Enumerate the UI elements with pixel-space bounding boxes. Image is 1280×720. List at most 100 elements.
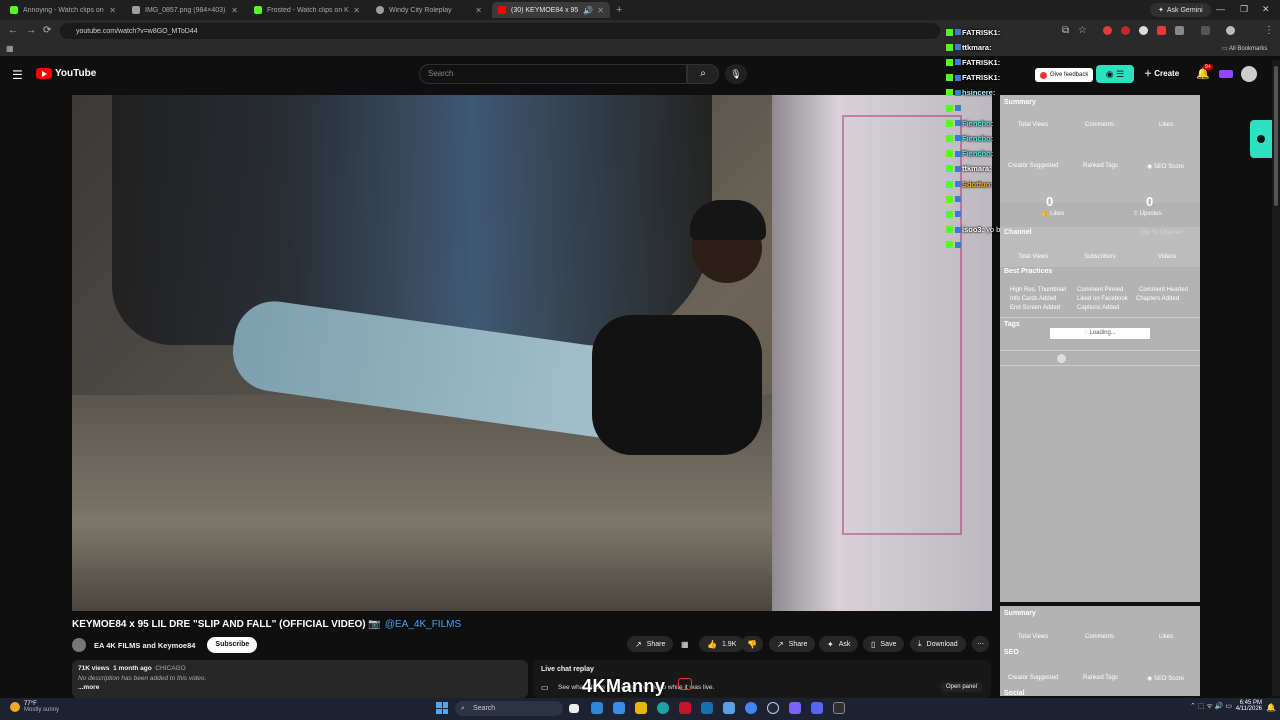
ask-button[interactable]: ✦ Ask (819, 636, 859, 652)
show-more-link[interactable]: ...more (78, 684, 522, 691)
download-button[interactable]: ⤓ Download (910, 636, 966, 652)
close-tab-icon[interactable]: ✕ (597, 6, 604, 15)
task-view-icon[interactable] (569, 704, 579, 713)
channel-avatar[interactable] (72, 638, 86, 652)
app-icon[interactable] (833, 702, 845, 714)
clip-button[interactable]: ▦ (677, 636, 693, 652)
extension-side-tab[interactable] (1250, 120, 1272, 158)
search-input[interactable]: Search (419, 64, 687, 84)
share-button-secondary[interactable]: ↗ Share (769, 636, 816, 652)
puzzle-icon[interactable] (1175, 26, 1184, 35)
clock[interactable]: 6:45 PM 4/11/2026 (1228, 700, 1262, 712)
close-tab-icon[interactable]: ✕ (109, 6, 116, 15)
youtube-logo[interactable]: YouTube (36, 68, 96, 79)
sidebar-icon[interactable] (1201, 26, 1210, 35)
create-button[interactable]: ＋ Create (1144, 68, 1179, 79)
extension-icon[interactable] (1139, 26, 1148, 35)
discord-icon[interactable] (811, 702, 823, 714)
best-practice-item: Chapters Added (1136, 296, 1180, 302)
share-button[interactable]: ↗ Share (627, 636, 674, 652)
cast-icon[interactable]: ⧉ (1062, 25, 1069, 36)
save-button[interactable]: ▯ Save (863, 636, 905, 652)
videos-label: Videos (1158, 254, 1177, 260)
bookmarks-bar: ▦ ▭ All Bookmarks (0, 42, 1280, 56)
all-bookmarks-link[interactable]: ▭ All Bookmarks (1222, 45, 1267, 52)
reload-icon[interactable]: ⟳ (43, 25, 51, 36)
give-feedback-button[interactable]: Give feedback (1035, 68, 1094, 82)
channel-name[interactable]: EA 4K FILMS and Keymoe84 (94, 641, 195, 650)
close-tab-icon[interactable]: ✕ (475, 6, 482, 15)
extension-icon[interactable] (1157, 26, 1166, 35)
kick-badge-icon (946, 134, 953, 142)
channel-heading: Channel (1004, 229, 1032, 236)
browser-tab[interactable]: IMG_0857.png (984×403) ✕ (126, 2, 244, 18)
twitch-icon[interactable] (1219, 70, 1233, 78)
new-tab-button[interactable]: + (616, 4, 622, 16)
profile-icon[interactable] (1226, 26, 1235, 35)
search-button[interactable]: ⌕ (687, 64, 719, 84)
photos-icon[interactable] (613, 702, 625, 714)
chat-line: hsincere: (946, 87, 997, 99)
speaker-icon[interactable]: 🔊 (583, 6, 593, 15)
back-icon[interactable]: ← (8, 25, 18, 36)
extension-icon[interactable] (1121, 26, 1130, 35)
apps-grid-icon[interactable]: ▦ (6, 44, 14, 53)
acrobat-icon[interactable] (679, 702, 691, 714)
channel-mention-link[interactable]: @EA_4K_FILMS (385, 619, 461, 630)
maximize-icon[interactable]: ❐ (1240, 4, 1248, 15)
minimize-icon[interactable]: — (1216, 4, 1225, 14)
chat-bubble-icon: ▭ (541, 683, 549, 692)
hamburger-menu-icon[interactable]: ☰ (12, 68, 23, 82)
sub-badge-icon (955, 29, 961, 35)
like-button[interactable]: 👍 1.9K (699, 636, 745, 652)
mail-icon[interactable] (723, 702, 735, 714)
sun-icon (10, 702, 20, 712)
browser-tab[interactable]: Windy City Roleplay ✕ (370, 2, 488, 18)
description-box[interactable]: 71K views 1 month ago CHICAGO No descrip… (72, 660, 528, 698)
more-actions-button[interactable]: ⋯ (972, 636, 989, 652)
scrollbar-thumb[interactable] (1274, 66, 1278, 206)
store-icon[interactable] (591, 702, 603, 714)
video-player[interactable] (72, 95, 992, 611)
subscribe-button[interactable]: Subscribe (207, 637, 258, 653)
dislike-button[interactable]: 👎 (741, 636, 763, 652)
url-input[interactable]: youtube.com/watch?v=w8GO_MToD44 (60, 23, 940, 39)
forward-icon[interactable]: → (26, 25, 36, 36)
more-menu-icon[interactable]: ⋮ (1264, 25, 1274, 36)
kick-badge-icon (946, 43, 953, 51)
taskbar-search-input[interactable]: ⌕ Search (455, 701, 563, 716)
avatar[interactable] (1241, 66, 1257, 82)
sub-badge-icon (955, 59, 961, 66)
kick-badge-icon (946, 119, 953, 127)
close-tab-icon[interactable]: ✕ (231, 6, 238, 15)
scrollbar[interactable] (1272, 60, 1280, 696)
notification-icon[interactable]: 🔔 (1266, 703, 1276, 712)
browser-tab[interactable]: Frosted - Watch clips on Kick ✕ (248, 2, 366, 18)
voice-search-icon[interactable]: 🎙 (725, 64, 747, 84)
close-tab-icon[interactable]: ✕ (353, 6, 360, 15)
browser-tab-active[interactable]: (30) KEYMOE84 x 95 LIL DR🔊✕ (492, 2, 610, 18)
file-explorer-icon[interactable] (635, 702, 647, 714)
refresh-icon[interactable] (1057, 354, 1066, 363)
app-icon[interactable] (789, 702, 801, 714)
chat-username: Sdotfun: (962, 179, 993, 189)
best-practice-item: Captions Added (1077, 305, 1120, 311)
sub-badge-icon (955, 226, 961, 233)
bookmark-star-icon[interactable]: ☆ (1078, 25, 1087, 36)
open-panel-button[interactable]: Open panel (939, 682, 983, 692)
system-tray[interactable]: ⌃ ⬚ ᯤ 🔊 ▭ (1190, 702, 1232, 711)
chrome-icon[interactable] (745, 702, 757, 714)
browser-tab[interactable]: Annoying - Watch clips on Kick✕ (4, 2, 122, 18)
edge-icon[interactable] (657, 702, 669, 714)
extension-menu-button[interactable]: ◉ ☰ (1096, 65, 1134, 83)
extension-icon[interactable] (1103, 26, 1112, 35)
streamer-watermark: 4KManny (582, 676, 666, 696)
weather-widget[interactable]: 77°F Mostly sunny (10, 701, 59, 713)
go-to-channel-link[interactable]: Go To Channel (1142, 230, 1182, 236)
windows-start-icon[interactable] (436, 702, 448, 714)
app-icon[interactable] (701, 702, 713, 714)
steam-icon[interactable] (767, 702, 779, 714)
ask-gemini-button[interactable]: ✦ Ask Gemini (1150, 3, 1211, 17)
close-window-icon[interactable]: ✕ (1262, 4, 1270, 15)
plus-icon: ＋ (1144, 69, 1155, 78)
